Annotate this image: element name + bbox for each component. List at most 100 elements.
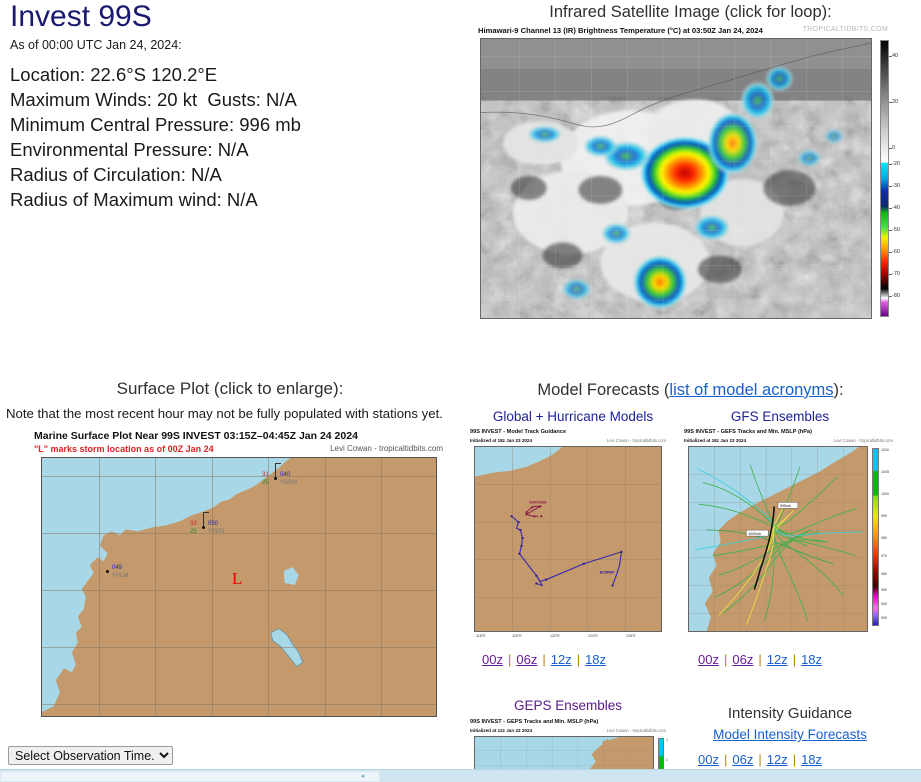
- global-lon-label: 126°E: [626, 634, 636, 638]
- global-time-18z[interactable]: 18z: [585, 652, 606, 667]
- model-forecasts-heading: Model Forecasts (list of model acronyms)…: [460, 381, 921, 400]
- gfs-colorbar-label: 940: [881, 602, 887, 606]
- station-id: YPPD: [208, 529, 225, 535]
- gfs-colorbar-label: 950: [881, 588, 887, 592]
- station-temp: 31: [262, 472, 269, 478]
- global-time-06z[interactable]: 06z: [516, 652, 537, 667]
- geps-colorbar-label: 1005: [666, 758, 668, 762]
- colorbar-label: -60: [892, 249, 900, 255]
- surface-plot-credit: Levi Cowan - tropicaltidbits.com: [330, 444, 443, 453]
- scroll-left-arrow-icon[interactable]: ◂: [357, 771, 368, 782]
- horizontal-scrollbar[interactable]: ◂: [0, 769, 921, 782]
- geps-init: Initialized at 12z Jan 23 2024: [470, 728, 533, 733]
- colorbar-label: -50: [892, 227, 900, 233]
- observation-time-select[interactable]: Select Observation Time...: [8, 746, 173, 765]
- global-models-title: Global + Hurricane Models: [492, 409, 654, 424]
- stat-min-pressure: Minimum Central Pressure: 996 mb: [10, 114, 301, 135]
- model-intensity-forecasts-link[interactable]: Model Intensity Forecasts: [700, 727, 880, 742]
- global-models-init: Initialized at 18z Jan 23 2024: [470, 438, 533, 443]
- geps-image-title: 99S INVEST - GEPS Tracks and Min. MSLP (…: [470, 719, 599, 725]
- surface-plot-image[interactable]: Marine Surface Plot Near 99S INVEST 03:1…: [8, 428, 445, 745]
- stat-radius-circulation: Radius of Circulation: N/A: [10, 164, 222, 185]
- surface-plot-map: 18°S 20°S 22°S 24°S 26°S 114°E 116°E 118…: [41, 457, 437, 717]
- gfs-colorbar-label: 1005: [881, 470, 889, 474]
- satellite-image-title: Himawari-9 Channel 13 (IR) Brightness Te…: [478, 26, 763, 35]
- surface-plot-heading: Surface Plot (click to enlarge):: [116, 379, 344, 398]
- storm-stats: Location: 22.6°S 120.2°E Maximum Winds: …: [10, 62, 301, 212]
- model-track-map: NAVGEM ECMWF: [475, 447, 661, 631]
- station-dewpoint: 25: [262, 480, 269, 486]
- gfs-ensembles-title: GFS Ensembles: [730, 409, 830, 424]
- gfs-colorbar-label: 980: [881, 536, 887, 540]
- intensity-time-00z[interactable]: 00z: [698, 752, 719, 767]
- satellite-heading[interactable]: Infrared Satellite Image (click for loop…: [460, 3, 921, 22]
- gfs-time-12z[interactable]: 12z: [767, 652, 788, 667]
- gridline-lat: [42, 704, 436, 705]
- station-dot: [274, 477, 277, 480]
- surface-plot-subtitle: "L" marks storm location as of 00Z Jan 2…: [34, 444, 214, 454]
- gridline-lat: [42, 590, 436, 591]
- colorbar-label: -80: [892, 293, 900, 299]
- gfs-colorbar-gradient: [873, 449, 878, 625]
- intensity-time-18z[interactable]: 18z: [801, 752, 822, 767]
- model-acronyms-link[interactable]: list of model acronyms: [669, 381, 833, 399]
- gfs-time-00z[interactable]: 00z: [698, 652, 719, 667]
- gridline-lat: [42, 476, 436, 477]
- surface-plot-note: Note that the most recent hour may not b…: [6, 406, 443, 421]
- global-time-00z[interactable]: 00z: [482, 652, 503, 667]
- intensity-time-links: 00z | 06z | 12z | 18z: [698, 752, 822, 767]
- global-lon-label: 120°E: [512, 634, 522, 638]
- global-models-map: NAVGEM ECMWF: [474, 446, 662, 632]
- intensity-time-06z[interactable]: 06z: [732, 752, 753, 767]
- colorbar-label: 20: [892, 99, 899, 105]
- stat-radius-max-wind: Radius of Maximum wind: N/A: [10, 189, 258, 210]
- model-forecasts-label-suffix: ):: [833, 381, 844, 399]
- gfs-colorbar-label: 970: [881, 554, 887, 558]
- gfs-time-06z[interactable]: 06z: [732, 652, 753, 667]
- gfs-time-18z[interactable]: 18z: [801, 652, 822, 667]
- global-lon-label: 122°E: [550, 634, 560, 638]
- gridline-lon: [324, 458, 326, 716]
- geps-credit: Levi Cowan - tropicaltidbits.com: [606, 728, 666, 733]
- gfs-credit: Levi Cowan - tropicaltidbits.com: [833, 438, 893, 443]
- gfs-colorbar: [872, 448, 879, 626]
- global-models-thumbnail[interactable]: 99S INVEST - Model Track Guidance Initia…: [468, 428, 668, 641]
- separator: |: [723, 652, 728, 667]
- gfs-colorbar-label: 1010: [881, 448, 889, 452]
- gfs-colorbar-label: 960: [881, 572, 887, 576]
- gfs-image-title: 99S INVEST - GEFS Tracks and Min. MSLP (…: [684, 429, 812, 435]
- colorbar-label: 40: [892, 53, 899, 59]
- separator: |: [792, 752, 797, 767]
- global-time-12z[interactable]: 12z: [551, 652, 572, 667]
- station-dot: [202, 526, 205, 529]
- tropical-tidbits-storm-page: Invest 99S As of 00:00 UTC Jan 24, 2024:…: [0, 0, 921, 782]
- station-dewpoint: 25: [190, 529, 197, 535]
- wind-barb-icon: [203, 512, 209, 526]
- separator: |: [576, 652, 581, 667]
- global-lon-label: 124°E: [588, 634, 598, 638]
- separator: |: [507, 652, 512, 667]
- gridline-lon: [211, 458, 213, 716]
- separator: |: [792, 652, 797, 667]
- global-models-image-title: 99S INVEST - Model Track Guidance: [470, 429, 567, 435]
- separator: |: [758, 652, 762, 667]
- colorbar-label: -30: [892, 183, 900, 189]
- gridline-lon: [98, 458, 100, 716]
- colorbar-label: -20: [892, 161, 900, 167]
- geps-colorbar-label: 1010: [666, 738, 668, 742]
- separator: |: [758, 752, 762, 767]
- gfs-ensembles-thumbnail[interactable]: 99S INVEST - GEFS Tracks and Min. MSLP (…: [682, 428, 895, 641]
- svg-text:NAVGEM: NAVGEM: [529, 499, 547, 504]
- gefs-track-map: 995mb 1000mb: [689, 447, 867, 631]
- gridline-lat: [42, 647, 436, 648]
- satellite-credit: TROPICALTIDBITS.COM: [802, 26, 888, 33]
- station-temp: 33: [190, 521, 197, 527]
- station-pressure: 049: [112, 565, 123, 571]
- ir-brightness-temperature-raster: [481, 39, 871, 318]
- intensity-time-12z[interactable]: 12z: [767, 752, 788, 767]
- scrollbar-thumb[interactable]: [0, 771, 380, 782]
- satellite-image[interactable]: Himawari-9 Channel 13 (IR) Brightness Te…: [470, 24, 912, 329]
- separator: |: [542, 652, 546, 667]
- satellite-raster: 19°S 20°S 21°S 22°S 23°S 24°S 25°S 26°S …: [480, 38, 872, 319]
- svg-text:ECMWF: ECMWF: [600, 570, 615, 575]
